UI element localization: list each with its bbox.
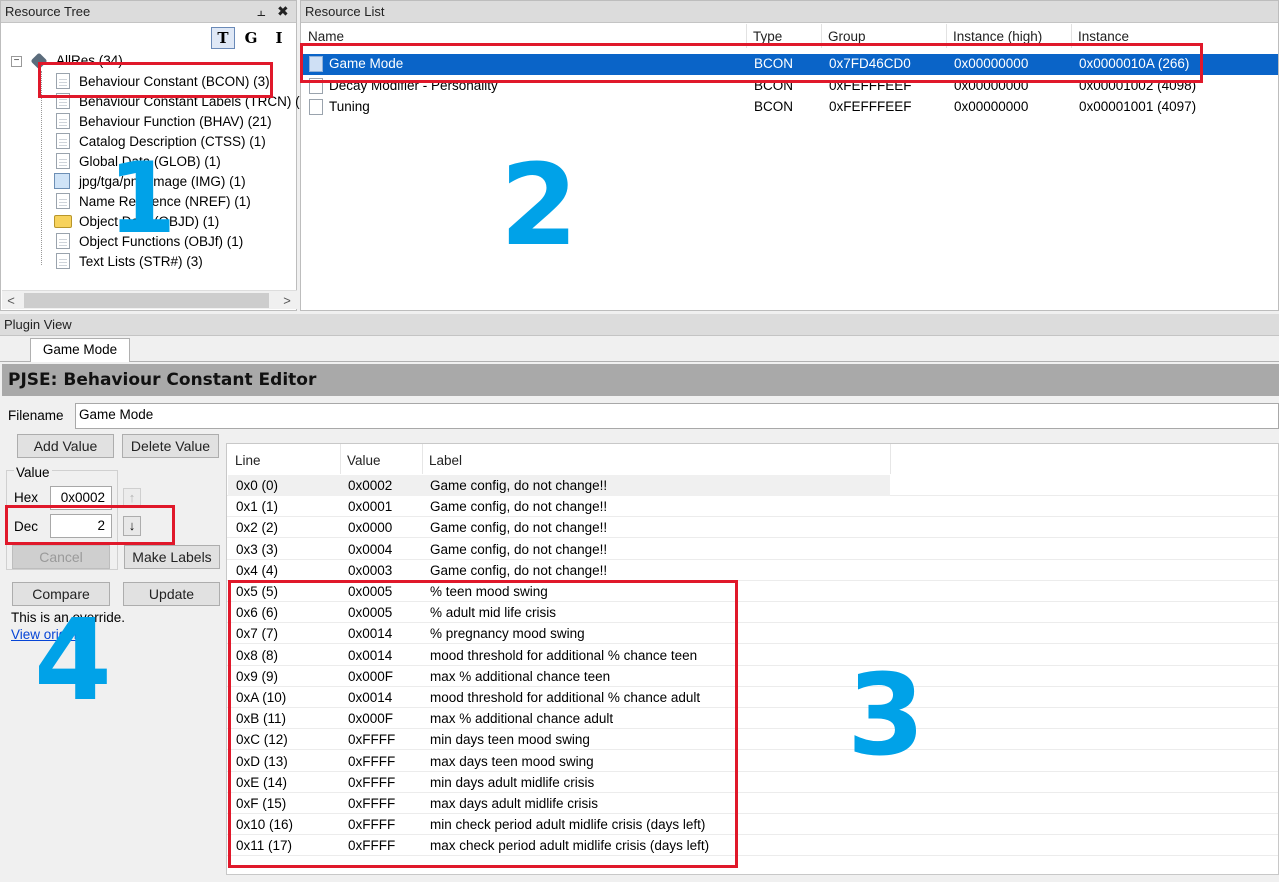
table-row[interactable]: 0x1 (1) 0x0001 Game config, do not change!… [228,496,1279,517]
column-header-name[interactable]: Name [308,29,344,44]
folder-icon [54,215,72,228]
plugin-view-title: Plugin View [0,314,1279,336]
tree-horizontal-scrollbar[interactable]: < > [2,290,297,309]
annotation-box-2 [300,43,1203,83]
cell-label: Game config, do not change!! [430,541,608,557]
cell-value: 0x0003 [348,562,393,578]
annotation-number-2: 2 [500,141,578,271]
file-icon [56,253,70,269]
file-icon [56,193,70,209]
tree-item-str[interactable]: Text Lists (STR#) (3) [79,254,203,269]
table-header-line[interactable]: Line [235,453,261,468]
tree-item-bhav[interactable]: Behaviour Function (BHAV) (21) [79,114,272,129]
instance-view-button[interactable]: I [267,27,291,49]
table-row[interactable]: 0x2 (2) 0x0000 Game config, do not change!… [228,517,1279,538]
column-separator [422,444,423,474]
close-icon[interactable]: ✖ [277,3,289,20]
cell-line: 0x0 (0) [236,478,279,493]
column-separator [340,444,341,474]
scroll-left-icon[interactable]: < [2,291,20,310]
cell-value: 0x0000 [348,520,393,536]
resource-instance-high: 0x00000000 [954,99,1029,114]
cancel-button[interactable]: Cancel [12,545,110,569]
cell-line: 0x4 (4) [236,562,279,578]
tab-game-mode[interactable]: Game Mode [30,338,130,362]
file-icon [56,153,70,169]
group-view-button[interactable]: G [239,27,263,49]
update-button[interactable]: Update [123,582,220,606]
column-header-instance[interactable]: Instance [1078,29,1129,44]
resource-tree-title: Resource Tree ⫠ ✖ [1,1,296,23]
annotation-box-1 [38,62,273,98]
cell-label: Game config, do not change!! [430,520,608,536]
cell-label: Game config, do not change!! [430,562,608,578]
filename-input[interactable]: Game Mode [75,403,1279,429]
table-row[interactable]: 0x0 (0) 0x0002 Game config, do not change!… [228,475,890,496]
cell-line: 0x1 (1) [236,499,279,515]
cell-value: 0x0002 [348,478,393,493]
add-value-button[interactable]: Add Value [17,434,114,458]
delete-value-button[interactable]: Delete Value [122,434,219,458]
cell-line: 0x2 (2) [236,520,279,536]
resource-row[interactable]: Tuning BCON 0xFEFFFEEF 0x00000000 0x0000… [303,97,1278,118]
resource-list-title: Resource List [301,1,1278,23]
pin-icon[interactable]: ⫠ [257,3,265,20]
make-labels-button[interactable]: Make Labels [124,545,220,569]
filename-label: Filename [8,408,64,423]
cell-value: 0x0001 [348,499,393,515]
annotation-box-4 [5,505,175,545]
cell-label: Game config, do not change!! [430,499,608,515]
file-icon [56,233,70,249]
cell-label: Game config, do not change!! [430,478,608,493]
cell-line: 0x3 (3) [236,541,279,557]
collapse-icon[interactable]: − [11,56,22,67]
tree-guide-line [41,71,42,265]
column-header-type[interactable]: Type [753,29,782,44]
file-icon [56,113,70,129]
cell-value: 0x0004 [348,541,393,557]
table-header-label[interactable]: Label [429,453,462,468]
file-icon [56,133,70,149]
type-view-button[interactable]: T [211,27,235,49]
table-row[interactable]: 0x3 (3) 0x0004 Game config, do not change!… [228,539,1279,560]
resource-instance: 0x00001001 (4097) [1079,99,1197,114]
column-header-instance-high[interactable]: Instance (high) [953,29,1042,44]
table-header-value[interactable]: Value [347,453,381,468]
column-header-group[interactable]: Group [828,29,866,44]
column-separator [890,444,891,474]
annotation-number-4: 4 [34,596,112,726]
scrollbar-thumb[interactable] [24,293,269,308]
value-group-label: Value [14,465,52,480]
tab-strip-line [0,361,1279,362]
hex-label: Hex [14,490,39,505]
file-icon [309,99,323,115]
resource-group: 0xFEFFFEEF [829,99,912,114]
resource-type: BCON [754,99,794,114]
annotation-number-1: 1 [108,142,177,256]
annotation-number-3: 3 [847,651,925,781]
image-icon [54,173,70,189]
resource-name: Tuning [329,99,370,114]
table-row[interactable]: 0x4 (4) 0x0003 Game config, do not change!… [228,560,1279,581]
scroll-right-icon[interactable]: > [278,291,296,310]
editor-title: PJSE: Behaviour Constant Editor [2,364,1279,396]
annotation-box-3 [228,580,738,868]
